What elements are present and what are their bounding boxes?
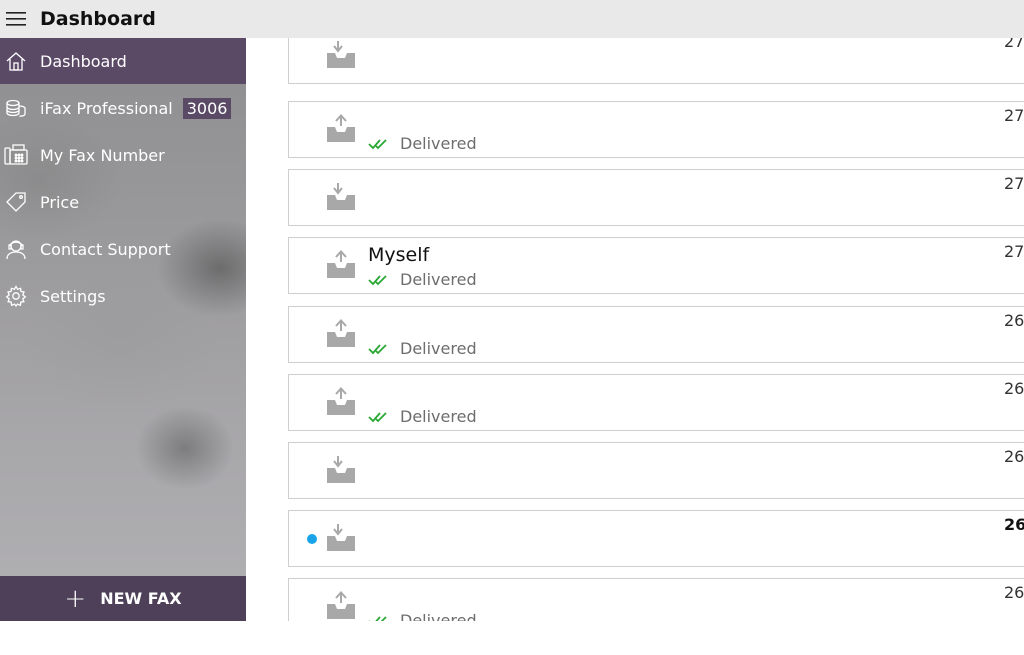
hamburger-menu-icon[interactable] <box>0 0 32 38</box>
outbox-icon <box>325 114 357 144</box>
double-check-icon <box>368 274 394 286</box>
fax-list-item[interactable]: 26 <box>288 510 1024 567</box>
fax-list: 27/Delivered 27/27/Myself Delivered 27/Deli… <box>246 38 1024 621</box>
fax-date: 27/ <box>1004 106 1024 125</box>
fax-status: Delivered <box>368 407 477 426</box>
outbox-icon <box>325 591 357 621</box>
double-check-icon <box>368 343 394 355</box>
fax-status-label: Delivered <box>400 407 477 426</box>
new-fax-label: NEW FAX <box>100 589 182 608</box>
sidebar-item-label: Dashboard <box>40 51 127 71</box>
tag-icon <box>0 179 32 225</box>
fax-list-item[interactable]: 27/ <box>288 38 1024 84</box>
fax-date: 26/ <box>1004 311 1024 330</box>
sidebar-item-label: My Fax Number <box>40 145 165 165</box>
sidebar-item-contact-support[interactable]: Contact Support <box>0 226 246 272</box>
fax-list-item[interactable]: Myself Delivered 27/ <box>288 237 1024 294</box>
fax-status: Delivered <box>368 339 477 358</box>
double-check-icon <box>368 411 394 423</box>
sidebar-item-settings[interactable]: Settings <box>0 273 246 319</box>
fax-status: Delivered <box>368 270 477 289</box>
inbox-icon <box>325 40 357 70</box>
fax-machine-icon <box>0 132 32 178</box>
inbox-icon <box>325 455 357 485</box>
inbox-icon <box>325 182 357 212</box>
fax-status-label: Delivered <box>400 134 477 153</box>
title-bar: Dashboard <box>0 0 1024 38</box>
sidebar-item-label: Settings <box>40 286 106 306</box>
sidebar-item-price[interactable]: Price <box>0 179 246 225</box>
fax-list-item[interactable]: Delivered 26/ <box>288 578 1024 621</box>
sidebar-item-label: Contact Support <box>40 239 171 259</box>
unread-indicator <box>307 534 317 544</box>
sidebar-item-label: iFax Professional <box>40 98 173 118</box>
plus-icon: + <box>64 583 87 614</box>
fax-list-item[interactable]: 27/ <box>288 169 1024 226</box>
support-agent-icon <box>0 226 32 272</box>
sidebar-item-dashboard[interactable]: Dashboard <box>0 38 246 84</box>
double-check-icon <box>368 138 394 150</box>
new-fax-button[interactable]: + NEW FAX <box>0 576 246 621</box>
fax-date: 26/ <box>1004 583 1024 602</box>
fax-list-item[interactable]: Delivered 26/ <box>288 374 1024 431</box>
double-check-icon <box>368 615 394 621</box>
fax-date: 27/ <box>1004 38 1024 51</box>
inbox-icon <box>325 523 357 553</box>
fax-list-item[interactable]: Delivered 26/ <box>288 306 1024 363</box>
fax-status-label: Delivered <box>400 339 477 358</box>
gear-icon <box>0 273 32 319</box>
fax-date: 27/ <box>1004 174 1024 193</box>
sidebar: Dashboard iFax Professional 3006 My Fax … <box>0 38 246 621</box>
fax-status: Delivered <box>368 611 477 621</box>
sidebar-item-label: Price <box>40 192 80 212</box>
fax-status-label: Delivered <box>400 270 477 289</box>
fax-date: 26/ <box>1004 447 1024 466</box>
outbox-icon <box>325 387 357 417</box>
sidebar-item-my-fax-number[interactable]: My Fax Number <box>0 132 246 178</box>
fax-status-label: Delivered <box>400 611 477 621</box>
fax-date: 26/ <box>1004 379 1024 398</box>
fax-list-item[interactable]: Delivered 27/ <box>288 101 1024 158</box>
fax-list-item[interactable]: 26/ <box>288 442 1024 499</box>
fax-status: Delivered <box>368 134 477 153</box>
coins-icon <box>0 85 32 131</box>
outbox-icon <box>325 250 357 280</box>
fax-date: 26 <box>1004 515 1024 534</box>
sidebar-item-ifax-professional[interactable]: iFax Professional 3006 <box>0 85 246 131</box>
fax-recipient-name: Myself <box>368 244 430 266</box>
home-icon <box>0 38 32 84</box>
outbox-icon <box>325 319 357 349</box>
fax-date: 27/ <box>1004 242 1024 261</box>
credits-badge: 3006 <box>182 97 232 119</box>
page-title: Dashboard <box>40 8 156 30</box>
